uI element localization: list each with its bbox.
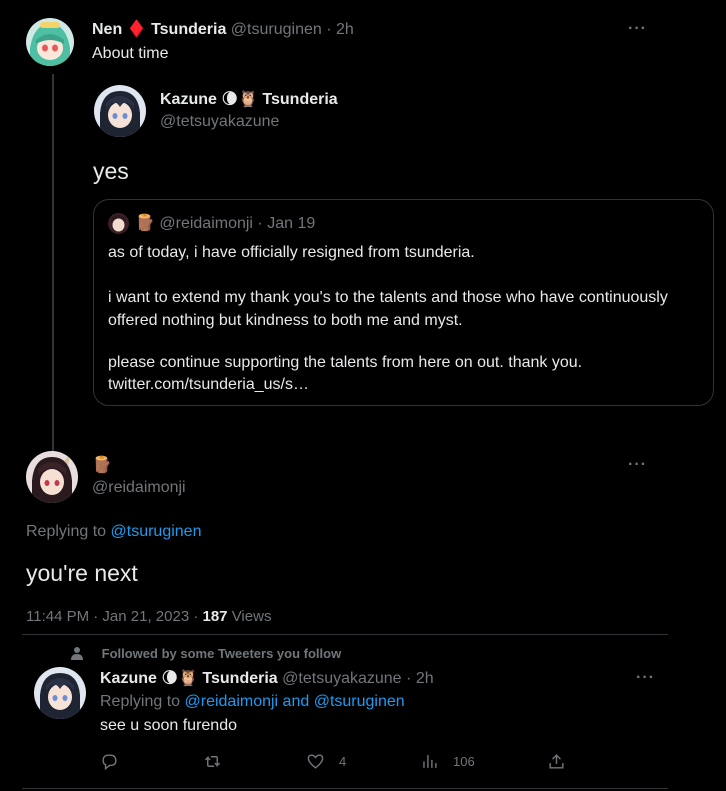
reply-action[interactable] [100, 752, 119, 771]
replying-prefix: Replying to [26, 523, 107, 540]
reply-header: Kazune 🌘🦉 Tsunderia @tetsuyakazune · 2h [100, 669, 434, 689]
quoted-kazune-org: Tsunderia [262, 91, 338, 108]
diamond-emoji: ♦️ [126, 21, 147, 38]
retweet-icon [204, 755, 221, 768]
nested-quote-para1: as of today, i have officially resigned … [108, 244, 475, 261]
nested-quote-date: Jan 19 [267, 215, 316, 232]
avatar-image [108, 213, 129, 234]
tweet1-text: About time [92, 45, 169, 62]
tweet1-more-button[interactable]: ··· [628, 20, 647, 38]
reply-time[interactable]: 2h [416, 670, 434, 687]
reply-text: see u soon furendo [100, 717, 237, 734]
reply-replying-to-link[interactable]: @reidaimonji and @tsuruginen [185, 693, 405, 710]
nested-quote-link[interactable]: twitter.com/tsunderia_us/s… [108, 374, 309, 396]
nested-quote-para3-line1: please continue supporting the talents f… [108, 354, 583, 371]
avatar-reidaimonji[interactable] [26, 451, 78, 503]
moon-owl-emoji: 🌘🦉 [221, 91, 258, 108]
reply-more-button[interactable]: ··· [636, 669, 655, 687]
social-context-text: Followed by some Tweeters you follow [101, 646, 342, 661]
main-tweet-views-label: Views [231, 608, 272, 625]
social-context-row: Followed by some Tweeters you follow [70, 646, 341, 661]
reply-replying-to: Replying to @reidaimonji and @tsuruginen [100, 693, 405, 711]
tweet1-handle[interactable]: @tsuruginen [231, 21, 322, 38]
person-icon [71, 647, 83, 660]
quoted-kazune-display-name[interactable]: Kazune [160, 91, 217, 108]
tweet1-org: Tsunderia [151, 21, 227, 38]
main-tweet-handle[interactable]: @reidaimonji [92, 479, 186, 497]
quoted-kazune-text: yes [93, 158, 129, 184]
reply-org: Tsunderia [202, 670, 278, 687]
tweet1-time[interactable]: 2h [336, 21, 354, 38]
avatar-image [34, 667, 86, 719]
divider [22, 788, 668, 789]
main-tweet-text: you're next [26, 560, 138, 586]
replying-to-link[interactable]: @tsuruginen [111, 523, 202, 540]
main-tweet-badge: 🪵 [92, 457, 112, 474]
avatar-tetsuyakazune[interactable] [94, 85, 146, 137]
thread-line [52, 74, 54, 452]
views-action[interactable]: 106 [420, 752, 475, 771]
quoted-kazune-name-row: Kazune 🌘🦉 Tsunderia [160, 90, 338, 110]
avatar-image [26, 451, 78, 503]
divider [22, 634, 668, 635]
avatar-tetsuyakazune-reply[interactable] [34, 667, 86, 719]
share-action[interactable] [547, 752, 566, 771]
main-tweet-more-button[interactable]: ··· [628, 456, 647, 474]
reply-icon [102, 754, 117, 771]
nested-quote-para2: i want to extend my thank you's to the t… [108, 289, 668, 329]
analytics-icon [423, 755, 437, 768]
reply-replying-prefix: Replying to [100, 693, 181, 710]
main-tweet-meta: 11:44 PM · Jan 21, 2023 · 187 Views [26, 608, 271, 625]
moon-owl-emoji: 🌘🦉 [161, 670, 198, 687]
heart-icon [307, 754, 324, 769]
like-action[interactable]: 4 [306, 752, 346, 771]
reply-display-name[interactable]: Kazune [100, 670, 157, 687]
retweet-action[interactable] [203, 752, 222, 771]
share-icon [549, 754, 564, 769]
reply-sep: · [406, 670, 412, 687]
main-tweet-replying-to: Replying to @tsuruginen [26, 523, 201, 541]
nested-quote-handle: @reidaimonji [159, 215, 253, 232]
views-count: 106 [453, 754, 475, 769]
reply-handle[interactable]: @tetsuyakazune [282, 670, 401, 687]
nested-quote-header: 🪵 @reidaimonji · Jan 19 [135, 215, 315, 233]
main-tweet-timestamp[interactable]: 11:44 PM · Jan 21, 2023 · [26, 608, 198, 625]
like-count: 4 [339, 754, 347, 769]
tweet1-display-name[interactable]: Nen [92, 21, 122, 38]
nested-quote-sep: · [257, 215, 263, 232]
main-tweet-views-count: 187 [202, 608, 228, 625]
tweet1-header: Nen ♦️ Tsunderia @tsuruginen · 2h [92, 20, 354, 40]
avatar-image [26, 18, 74, 66]
wood-emoji: 🪵 [135, 215, 155, 232]
avatar-reidaimonji-small [108, 213, 129, 234]
tweet1-sep: · [326, 21, 332, 38]
avatar-tsuruginen[interactable] [26, 18, 74, 66]
quoted-kazune-handle[interactable]: @tetsuyakazune [160, 113, 279, 131]
avatar-image [94, 85, 146, 137]
